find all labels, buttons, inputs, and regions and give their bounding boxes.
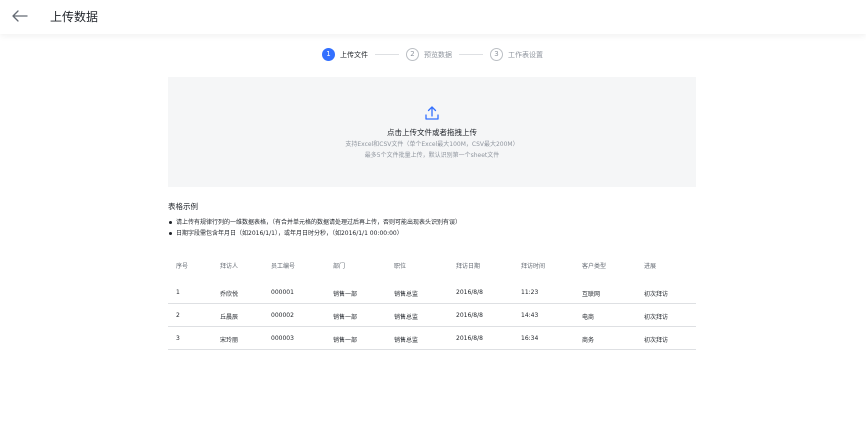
step-3-label: 工作表设置 xyxy=(508,51,543,59)
table-cell: 互联网 xyxy=(582,291,601,298)
page-title: 上传数据 xyxy=(50,10,99,24)
column-header: 拜访时间 xyxy=(521,263,546,270)
step-1-number: 1 xyxy=(322,48,335,61)
step-2-label: 预览数据 xyxy=(424,51,452,59)
table-cell: 000001 xyxy=(271,289,294,296)
page-header: 上传数据 xyxy=(0,0,866,34)
table-cell: 初次拜访 xyxy=(644,337,669,344)
table-cell: 销售总监 xyxy=(394,314,419,321)
upload-format-hint: 支持Excel和CSV文件（单个Excel最大100M，CSV最大200M） xyxy=(345,141,519,148)
table-cell: 11:23 xyxy=(521,289,539,296)
note-item: 请上传有规律行列的一维数据表格，（有合并单元格的数据请处理过后再上传，否则可能出… xyxy=(168,217,461,228)
table-cell: 销售一部 xyxy=(333,291,358,298)
note-item: 日期字段需包含年月日（如2016/1/1），或年月日时分秒，（如2016/1/1… xyxy=(168,228,461,239)
file-upload-dropzone[interactable]: 点击上传文件或者拖拽上传 支持Excel和CSV文件（单个Excel最大100M… xyxy=(168,77,696,187)
column-header: 拜访人 xyxy=(220,263,239,270)
table-cell: 乔欣悦 xyxy=(220,291,239,298)
step-divider xyxy=(375,54,399,55)
table-cell: 1 xyxy=(176,289,180,296)
table-cell: 16:34 xyxy=(521,335,539,342)
table-cell: 商务 xyxy=(582,337,595,344)
upload-icon xyxy=(425,106,439,120)
example-section-title: 表格示例 xyxy=(168,202,198,211)
table-cell: 丘晨辰 xyxy=(220,314,239,321)
column-header: 职位 xyxy=(394,263,407,270)
table-cell: 电商 xyxy=(582,314,595,321)
table-cell: 宋玲丽 xyxy=(220,337,239,344)
column-header: 序号 xyxy=(176,263,189,270)
table-cell: 2016/8/8 xyxy=(456,289,483,296)
upload-steps: 1 上传文件 2 预览数据 3 工作表设置 xyxy=(0,48,866,62)
column-header: 拜访日期 xyxy=(456,263,481,270)
table-cell: 初次拜访 xyxy=(644,291,669,298)
table-cell: 销售总监 xyxy=(394,337,419,344)
upload-batch-hint: 最多5个文件批量上传，默认识别第一个sheet文件 xyxy=(364,152,500,159)
column-header: 员工编号 xyxy=(271,263,296,270)
table-cell: 初次拜访 xyxy=(644,314,669,321)
table-cell: 2 xyxy=(176,312,180,319)
step-divider xyxy=(459,54,483,55)
table-row: 1 乔欣悦 000001 销售一部 销售总监 2016/8/8 11:23 互联… xyxy=(168,281,696,304)
table-cell: 3 xyxy=(176,335,180,342)
table-cell: 销售总监 xyxy=(394,291,419,298)
table-cell: 2016/8/8 xyxy=(456,335,483,342)
example-table: 序号 拜访人 员工编号 部门 职位 拜访日期 拜访时间 客户类型 进展 1 乔欣… xyxy=(168,253,696,350)
step-1-label: 上传文件 xyxy=(340,51,368,59)
upload-instruction: 点击上传文件或者拖拽上传 xyxy=(387,128,477,137)
table-row: 2 丘晨辰 000002 销售一部 销售总监 2016/8/8 14:43 电商… xyxy=(168,304,696,327)
table-row: 3 宋玲丽 000003 销售一部 销售总监 2016/8/8 16:34 商务… xyxy=(168,327,696,350)
example-notes: 请上传有规律行列的一维数据表格，（有合并单元格的数据请处理过后再上传，否则可能出… xyxy=(168,217,461,239)
table-cell: 14:43 xyxy=(521,312,539,319)
table-cell: 销售一部 xyxy=(333,314,358,321)
step-3-number: 3 xyxy=(490,48,503,61)
column-header: 进展 xyxy=(644,263,657,270)
table-cell: 2016/8/8 xyxy=(456,312,483,319)
step-2-number: 2 xyxy=(406,48,419,61)
column-header: 客户类型 xyxy=(582,263,607,270)
table-header-row: 序号 拜访人 员工编号 部门 职位 拜访日期 拜访时间 客户类型 进展 xyxy=(168,253,696,281)
table-cell: 000003 xyxy=(271,335,294,342)
table-cell: 000002 xyxy=(271,312,294,319)
column-header: 部门 xyxy=(333,263,346,270)
table-cell: 销售一部 xyxy=(333,337,358,344)
back-arrow-icon[interactable] xyxy=(11,7,29,25)
